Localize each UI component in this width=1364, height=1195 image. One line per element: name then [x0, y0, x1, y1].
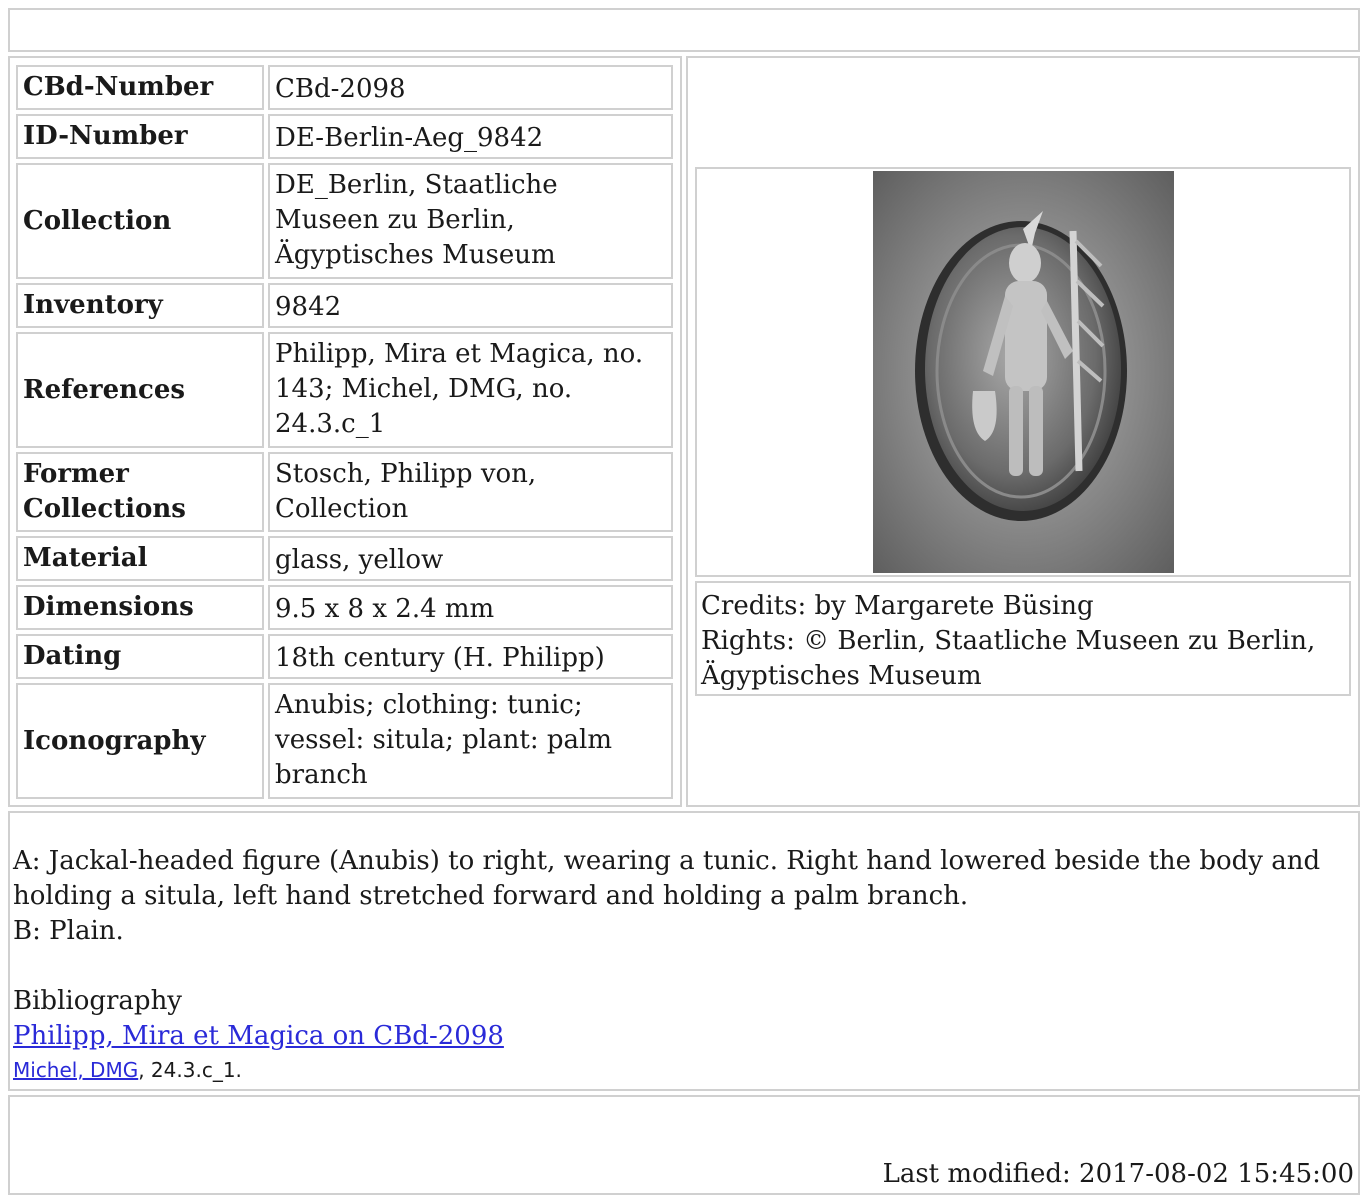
last-modified: Last modified: 2017-08-02 15:45:00: [882, 1159, 1354, 1189]
value-iconography: Anubis; clothing: tunic; vessel: situla;…: [268, 683, 673, 799]
label-dating: Dating: [16, 634, 264, 679]
bibliography-heading: Bibliography: [13, 986, 182, 1016]
gem-photo-graphic: [873, 171, 1174, 573]
value-dating: 18th century (H. Philipp): [268, 634, 673, 679]
bibliography-michel-suffix: , 24.3.c_1.: [138, 1058, 242, 1082]
label-former-collections: Former Collections: [16, 452, 264, 532]
label-collection: Collection: [16, 163, 264, 279]
value-id-number: DE-Berlin-Aeg_9842: [268, 114, 673, 159]
value-material: glass, yellow: [268, 536, 673, 581]
value-collection: DE_Berlin, Staatliche Museen zu Berlin, …: [268, 163, 673, 279]
bibliography-entry-michel: Michel, DMG, 24.3.c_1.: [13, 1055, 242, 1085]
label-references: References: [16, 332, 264, 448]
rights-line: Rights: © Berlin, Staatliche Museen zu B…: [701, 626, 1316, 691]
label-id-number: ID-Number: [16, 114, 264, 159]
label-inventory: Inventory: [16, 283, 264, 328]
bibliography-link-philipp[interactable]: Philipp, Mira et Magica on CBd-2098: [13, 1019, 504, 1054]
value-cbd-number: CBd-2098: [268, 65, 673, 110]
label-cbd-number: CBd-Number: [16, 65, 264, 110]
gem-photo[interactable]: [873, 171, 1174, 573]
label-dimensions: Dimensions: [16, 585, 264, 630]
label-iconography: Iconography: [16, 683, 264, 799]
gem-description: A: Jackal-headed figure (Anubis) to righ…: [13, 846, 1321, 946]
value-inventory: 9842: [268, 283, 673, 328]
value-references: Philipp, Mira et Magica, no. 143; Michel…: [268, 332, 673, 448]
value-dimensions: 9.5 x 8 x 2.4 mm: [268, 585, 673, 630]
image-credits: Credits: by Margarete Büsing Rights: © B…: [695, 581, 1351, 696]
header-bar: [8, 8, 1360, 52]
value-former-collections: Stosch, Philipp von, Collection: [268, 452, 673, 532]
label-material: Material: [16, 536, 264, 581]
bibliography-link-michel[interactable]: Michel, DMG: [13, 1058, 138, 1082]
credits-line: Credits: by Margarete Büsing: [701, 591, 1094, 621]
